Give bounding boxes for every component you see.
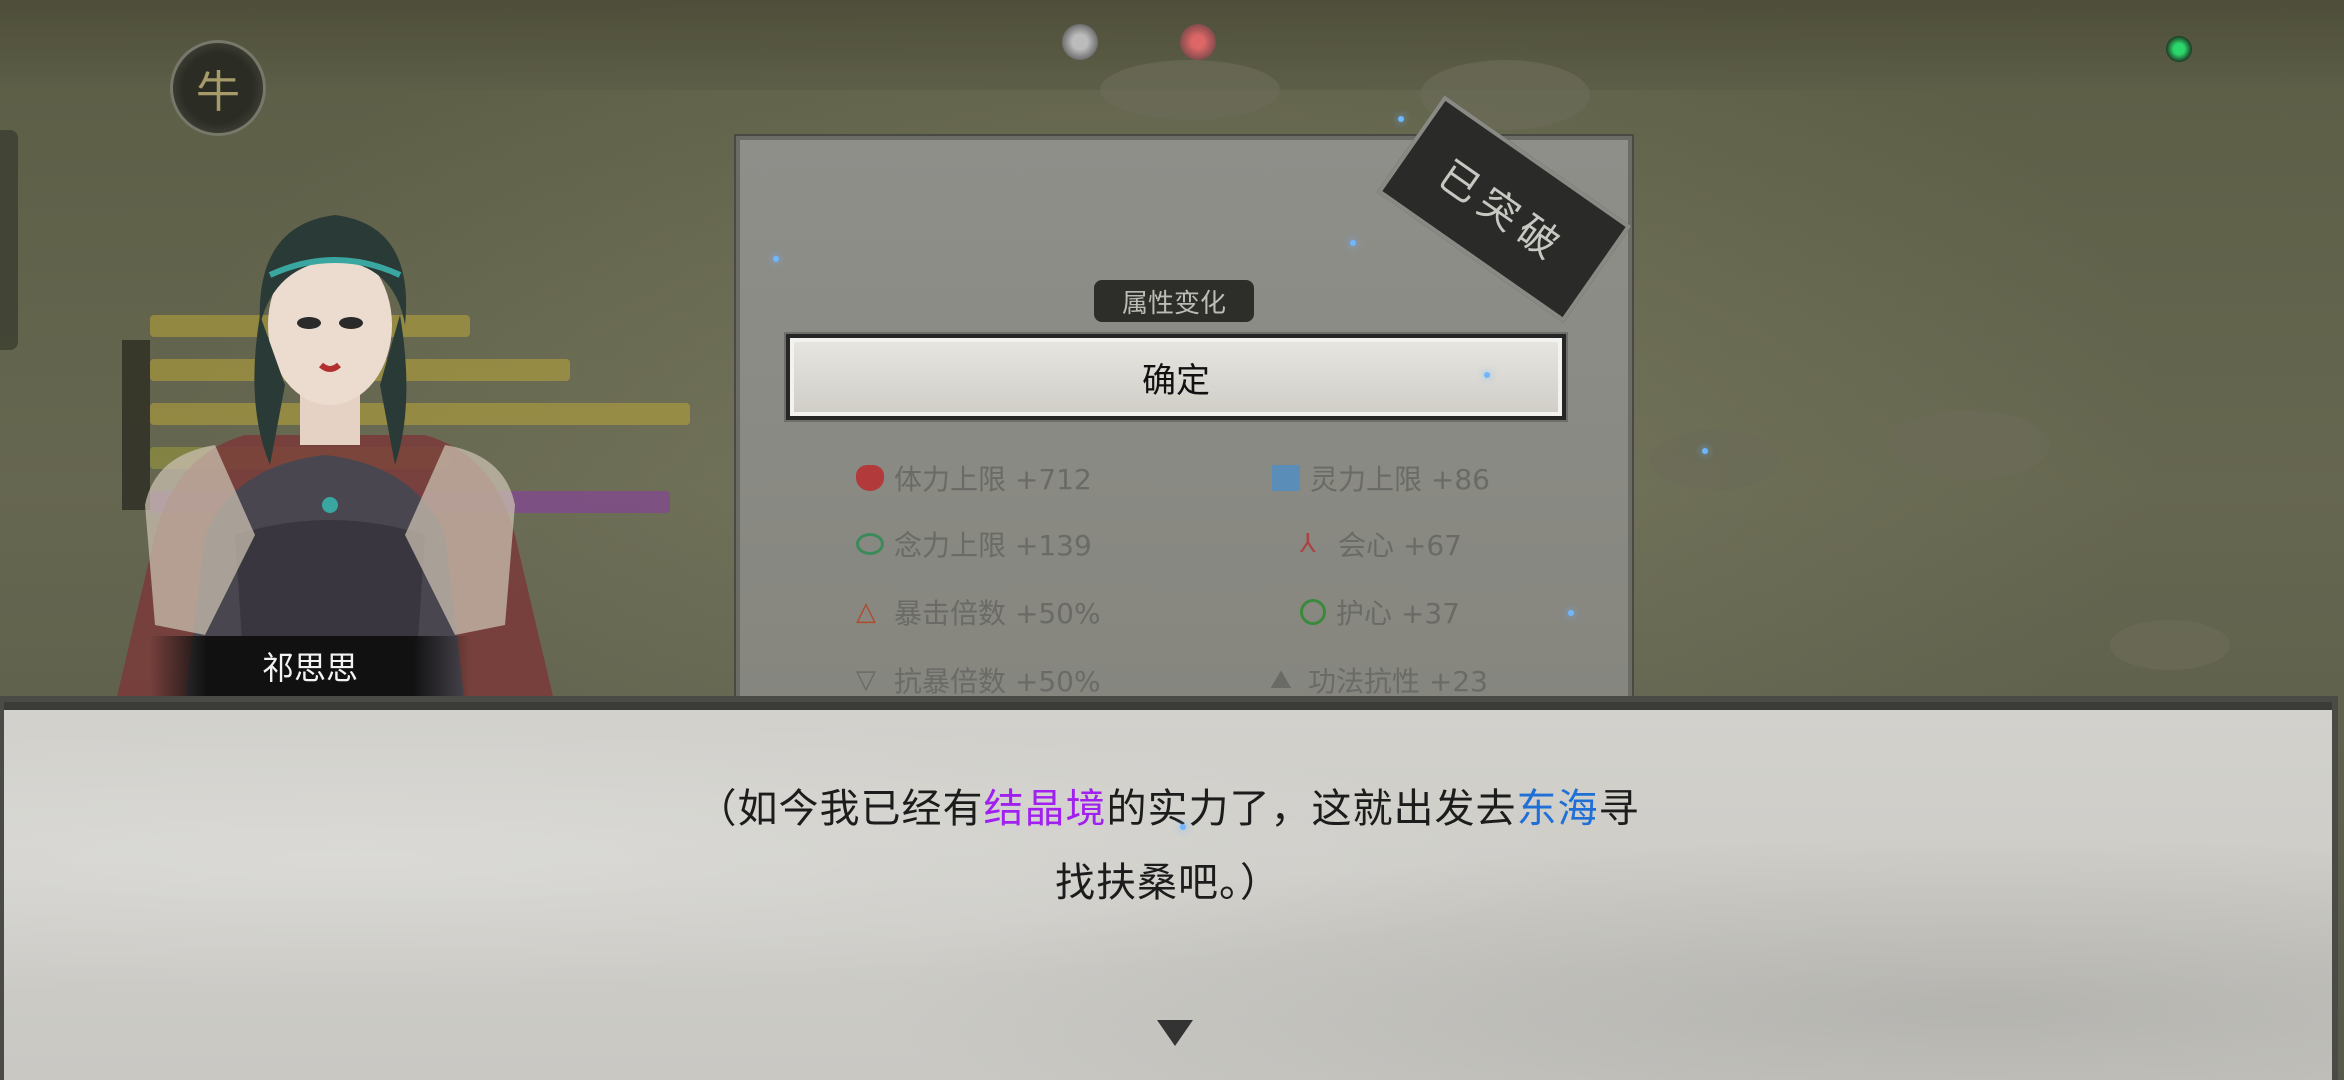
background-rock	[1650, 430, 1780, 490]
stat-spirit-max: 灵力上限 +86	[1272, 458, 1490, 498]
hill-icon: ⛰	[1270, 665, 1292, 695]
stat-crit: ⅄ 会心 +67	[1300, 524, 1462, 564]
seal-emblem-icon[interactable]: ⽜	[170, 40, 266, 136]
emblem-glyph: ⽜	[196, 67, 240, 118]
stat-text: 暴击倍数 +50%	[894, 597, 1101, 630]
confirm-button[interactable]: 确定	[786, 334, 1566, 420]
confirm-button-label: 确定	[1142, 360, 1210, 401]
down-triangle-icon: ▽	[856, 665, 876, 695]
background-rock	[1100, 60, 1280, 120]
dialog-text: （如今我已经有结晶境的实力了，这就出发去东海寻 找扶桑吧。）	[4, 772, 2332, 920]
stat-crit-multiplier: △ 暴击倍数 +50%	[856, 592, 1101, 632]
dialog-highlight-realm: 结晶境	[983, 786, 1107, 832]
sparkle-particle	[1702, 448, 1708, 454]
character-portrait	[115, 215, 555, 705]
sparkle-particle	[773, 256, 779, 262]
sparkle-particle	[1398, 116, 1404, 122]
sparkle-particle	[1484, 372, 1490, 378]
dialog-text-line2: 找扶桑吧。）	[1055, 860, 1281, 906]
dialog-box[interactable]: （如今我已经有结晶境的实力了，这就出发去东海寻 找扶桑吧。）	[4, 702, 2332, 1080]
sparkle-particle	[1350, 240, 1356, 246]
stat-text: 抗暴倍数 +50%	[894, 665, 1101, 698]
dialog-text-part: （如今我已经有	[696, 786, 984, 832]
sparkle-particle	[1568, 610, 1574, 616]
stat-mind-max: 念力上限 +139	[856, 524, 1092, 564]
green-orb-icon[interactable]	[2166, 36, 2192, 62]
eye-icon	[856, 533, 884, 555]
stat-guard: 护心 +37	[1300, 592, 1460, 632]
background-rock	[1890, 410, 2050, 480]
speaker-name: 祁思思	[261, 649, 358, 687]
panel-title: 属性变化	[1121, 288, 1226, 319]
triangle-warning-icon: △	[856, 597, 876, 627]
speaker-name-banner: 祁思思	[150, 636, 470, 696]
crit-icon: ⅄	[1300, 529, 1316, 559]
stat-skill-resist: ⛰ 功法抗性 +23	[1270, 660, 1488, 700]
dialog-highlight-location: 东海	[1516, 786, 1599, 832]
stat-text: 功法抗性 +23	[1308, 665, 1488, 698]
stat-text: 念力上限 +139	[894, 529, 1092, 562]
side-drawer-handle[interactable]	[0, 130, 18, 350]
panel-title-tab: 属性变化	[1094, 280, 1254, 322]
dialog-text-part: 的实力了，这就出发去	[1106, 786, 1517, 832]
stat-text: 灵力上限 +86	[1310, 463, 1490, 496]
dialog-text-part: 寻	[1598, 786, 1640, 832]
spirit-icon	[1272, 465, 1300, 491]
stat-crit-resist: ▽ 抗暴倍数 +50%	[856, 660, 1101, 700]
shield-icon	[1300, 599, 1326, 625]
stat-text: 会心 +67	[1338, 529, 1462, 562]
sparkle-particle	[1180, 824, 1186, 830]
continue-arrow-icon[interactable]	[1157, 1020, 1193, 1046]
silver-coin-icon[interactable]	[1062, 24, 1098, 60]
stat-text: 护心 +37	[1336, 597, 1460, 630]
background-rock	[2110, 620, 2230, 670]
stat-hp-max: 体力上限 +712	[856, 458, 1092, 498]
stat-text: 体力上限 +712	[894, 463, 1092, 496]
red-gem-icon[interactable]	[1180, 24, 1216, 60]
heart-icon	[856, 465, 884, 491]
